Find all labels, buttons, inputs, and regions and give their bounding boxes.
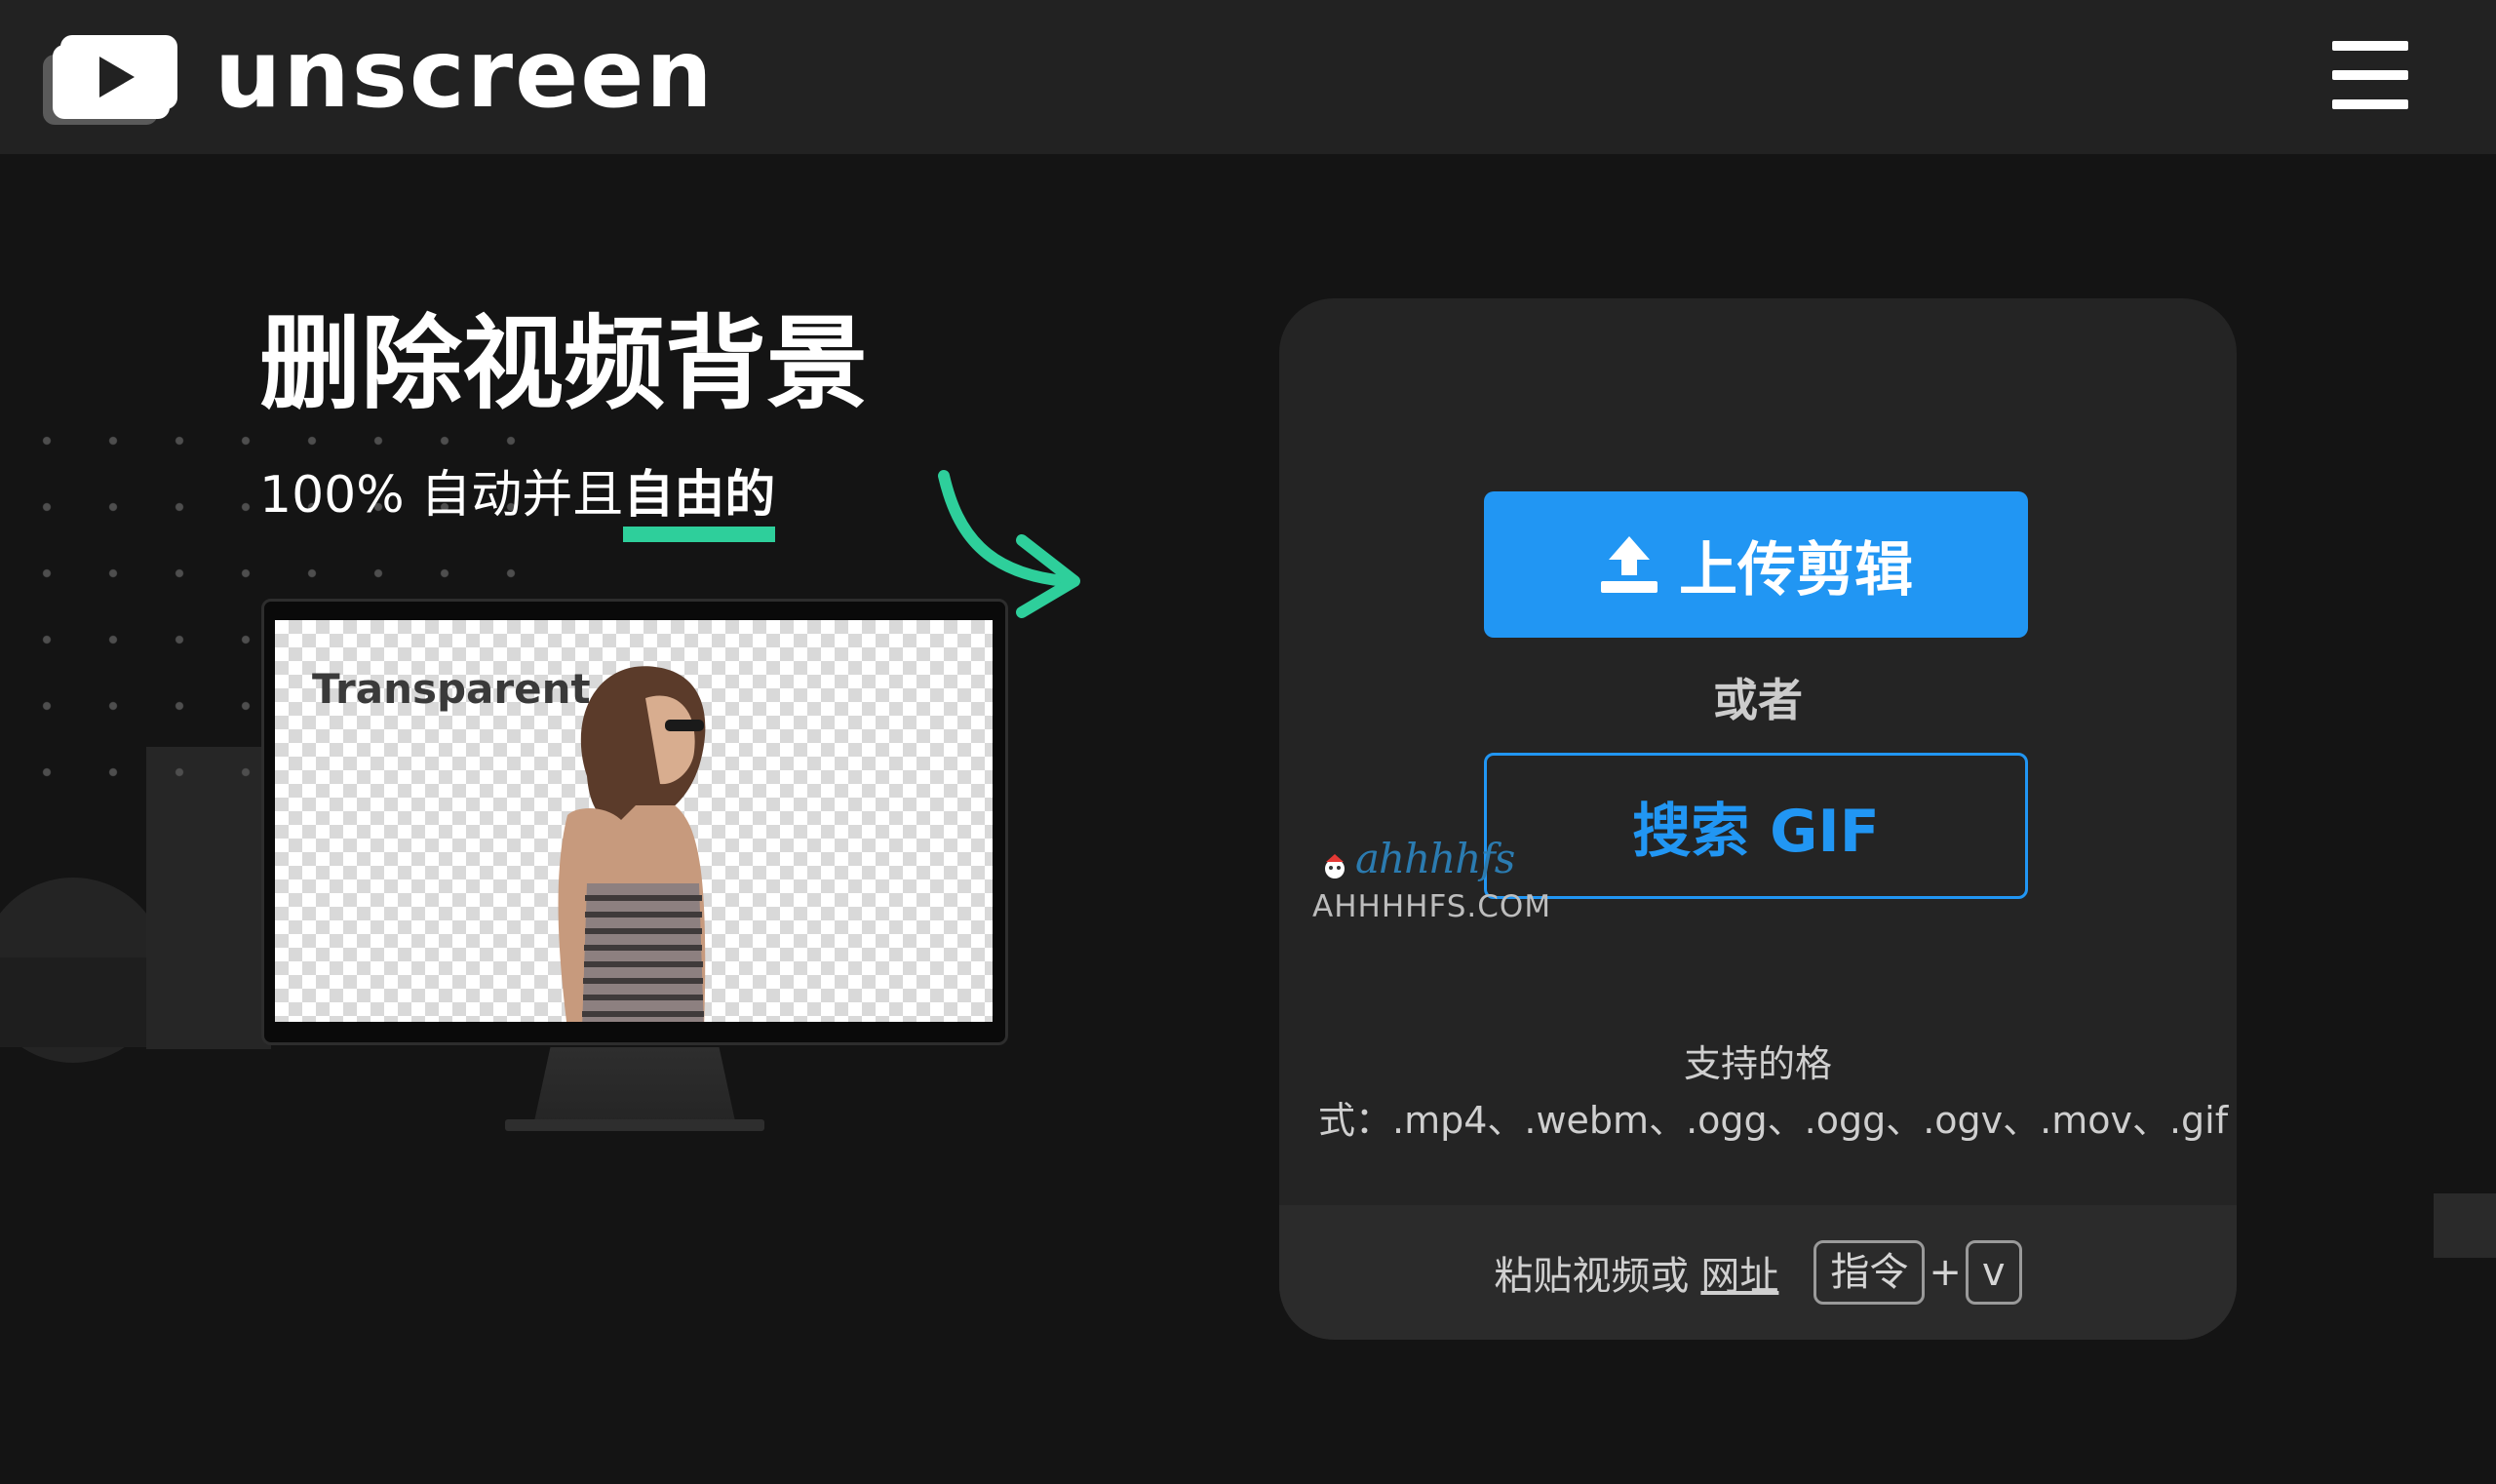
paste-prefix: 粘贴视频或: [1494, 1254, 1690, 1299]
hero-subtitle-prefix: 100% 自动并且: [259, 466, 624, 525]
mascot-icon: [1325, 854, 1345, 879]
watermark: ahhhhfs AHHHHFS.COM: [1312, 835, 1566, 932]
play-logo-icon[interactable]: [43, 35, 177, 125]
preview-screen: Transparent: [275, 620, 993, 1022]
upload-card: 上传剪辑 或者 搜索 GIF 支持的格 式：.mp4、.webm、.ogg、.o…: [1279, 298, 2237, 1340]
key-plus: +: [1929, 1250, 1962, 1295]
upload-icon: [1601, 536, 1658, 593]
top-header: unscreen: [0, 0, 2496, 154]
watermark-logo-text: ahhhhfs: [1355, 835, 1515, 882]
hamburger-menu-icon[interactable]: [2332, 41, 2408, 109]
monitor-stand-base: [505, 1119, 764, 1131]
paste-url-link[interactable]: 网址: [1700, 1244, 1778, 1301]
hero-title: 删除视频背景: [259, 304, 869, 423]
supported-formats-line1: 支持的格: [1683, 1042, 1832, 1085]
search-gif-label: 搜索 GIF: [1632, 797, 1880, 866]
or-separator: 或者: [1713, 674, 1803, 726]
brand-name[interactable]: unscreen: [214, 16, 715, 133]
decorative-bar: [0, 957, 146, 1047]
key-command: 指令: [1814, 1240, 1926, 1305]
key-v: v: [1965, 1240, 2022, 1305]
hero-subtitle-highlight: 自由的: [623, 464, 776, 542]
supported-formats: 支持的格 式：.mp4、.webm、.ogg、.ogg、.ogv、.mov、.g…: [1318, 1035, 2229, 1149]
side-edge-tab[interactable]: [2434, 1193, 2496, 1258]
hero-subtitle: 100% 自动并且自由的: [259, 460, 776, 542]
upload-clip-button[interactable]: 上传剪辑: [1484, 491, 2028, 638]
upload-clip-label: 上传剪辑: [1679, 535, 1913, 605]
supported-formats-line2: 式：.mp4、.webm、.ogg、.ogg、.ogv、.mov、.gif: [1318, 1099, 2229, 1142]
paste-footer: 粘贴视频或 网址 指令 + v: [1279, 1205, 2237, 1340]
woman-cutout-illustration: [558, 666, 706, 1022]
monitor-stand: [534, 1047, 735, 1121]
watermark-domain: AHHHHFS.COM: [1312, 889, 1552, 924]
